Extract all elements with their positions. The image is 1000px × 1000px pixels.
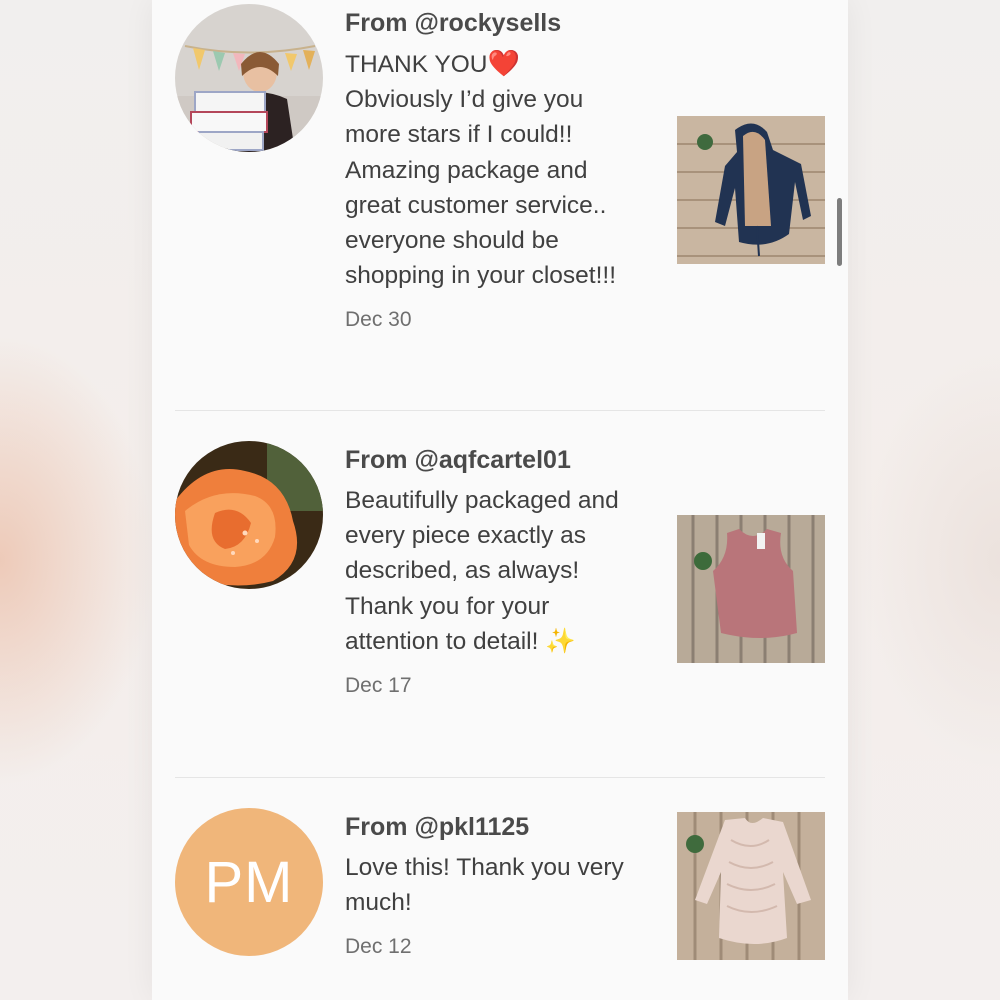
review-date: Dec 17 xyxy=(345,674,412,698)
review-item: PM From @pkl1125 Love this! Thank you ve… xyxy=(175,808,825,978)
review-content: From @pkl1125 Love this! Thank you very … xyxy=(345,808,645,960)
product-thumbnail[interactable] xyxy=(677,116,825,264)
review-content: From @rockysells THANK YOU❤️ Obviously I… xyxy=(345,4,645,333)
heart-icon: ❤️ xyxy=(487,48,520,78)
avatar-initials[interactable]: PM xyxy=(175,808,323,956)
product-photo-sweater xyxy=(677,812,825,960)
scrollbar[interactable] xyxy=(837,198,842,266)
avatar-photo xyxy=(175,441,323,589)
review-text: THANK YOU❤️ Obviously I’d give you more … xyxy=(345,46,645,293)
review-divider xyxy=(175,410,825,411)
avatar[interactable] xyxy=(175,441,323,589)
review-date: Dec 12 xyxy=(345,935,412,959)
review-divider xyxy=(175,777,825,778)
product-photo-jacket xyxy=(677,116,825,264)
review-author[interactable]: From @aqfcartel01 xyxy=(345,445,665,475)
review-author[interactable]: From @pkl1125 xyxy=(345,812,645,842)
product-thumbnail[interactable] xyxy=(677,515,825,663)
review-item: From @rockysells THANK YOU❤️ Obviously I… xyxy=(175,4,825,374)
review-author[interactable]: From @rockysells xyxy=(345,8,645,38)
avatar-photo xyxy=(175,4,323,152)
review-text-body: Obviously I’d give you more stars if I c… xyxy=(345,86,617,290)
review-text-line1: THANK YOU xyxy=(345,51,488,78)
review-date: Dec 30 xyxy=(345,308,412,332)
review-text: Love this! Thank you very much! xyxy=(345,854,624,917)
review-item: From @aqfcartel01 Beautifully packaged a… xyxy=(175,441,825,741)
product-photo-tank-top xyxy=(677,515,825,663)
review-text: Beautifully packaged and every piece exa… xyxy=(345,487,619,655)
review-content: From @aqfcartel01 Beautifully packaged a… xyxy=(345,441,665,699)
product-thumbnail[interactable] xyxy=(677,812,825,960)
avatar[interactable] xyxy=(175,4,323,152)
